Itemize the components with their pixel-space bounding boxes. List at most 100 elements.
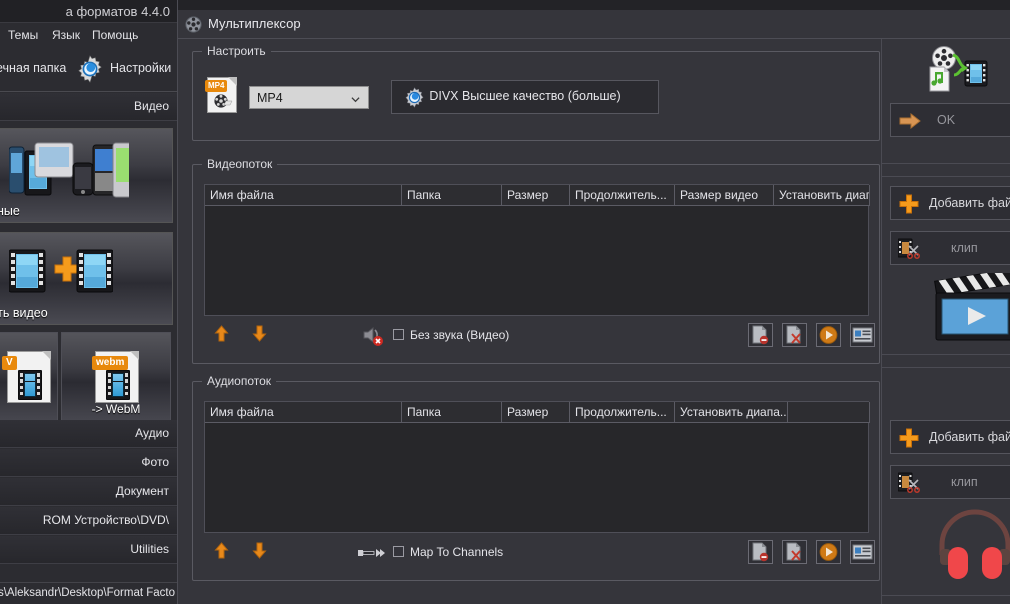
clapperboard-icon: [932, 268, 1010, 343]
mp4-file-icon: MP4: [205, 77, 237, 113]
tile-to-flv[interactable]: V V: [0, 332, 58, 422]
video-add-file-button[interactable]: Добавить файл: [890, 186, 1010, 220]
app-toolbar: ечная папка Настройки: [0, 47, 177, 92]
output-folder-label[interactable]: ечная папка: [0, 61, 66, 75]
video-col-range[interactable]: Установить диапа...: [774, 185, 870, 206]
tile-join-video[interactable]: динить видео: [0, 232, 173, 325]
audio-info-button[interactable]: [850, 540, 875, 564]
plus-icon: [899, 428, 919, 448]
audio-stream-table[interactable]: Имя файла Папка Размер Продолжитель... У…: [204, 401, 870, 533]
join-video-icon: [8, 249, 114, 296]
ok-button-label: OK: [937, 113, 956, 127]
tile-to-webm[interactable]: webm -> WebM: [61, 332, 171, 422]
scissors-icon: [897, 472, 920, 493]
audio-col-size[interactable]: Размер: [502, 402, 570, 423]
audio-add-file-button[interactable]: Добавить файл: [890, 420, 1010, 454]
video-col-folder[interactable]: Папка: [402, 185, 502, 206]
audio-remove-file-button[interactable]: [748, 540, 773, 564]
sidebar-category-utilities[interactable]: Utilities: [0, 536, 177, 564]
scissors-icon: [897, 238, 920, 259]
setup-group-title: Настроить: [202, 44, 271, 58]
tile-mobile-devices-label: бильные: [0, 204, 20, 218]
audio-play-button[interactable]: [816, 540, 841, 564]
quality-preset-button[interactable]: DIVX Высшее качество (больше): [391, 80, 659, 114]
format-combobox[interactable]: MP4: [249, 86, 369, 109]
video-col-videosize[interactable]: Размер видео: [675, 185, 774, 206]
video-delete-file-button[interactable]: [782, 323, 807, 347]
arrow-up-icon[interactable]: [214, 542, 229, 559]
webm-file-icon: webm: [92, 351, 139, 403]
sidebar-category-video[interactable]: Видео: [0, 93, 177, 121]
video-add-file-label: Добавить файл: [929, 196, 1010, 210]
audio-col-extra[interactable]: [788, 402, 870, 423]
video-stream-group-title: Видеопоток: [202, 157, 278, 171]
video-clip-label: клип: [951, 241, 978, 255]
menu-item-help[interactable]: Помощь: [92, 28, 138, 42]
audio-clip-label: клип: [951, 475, 978, 489]
tile-join-video-label: динить видео: [0, 306, 48, 320]
plus-icon: [899, 194, 919, 214]
audio-col-filename[interactable]: Имя файла: [205, 402, 402, 423]
settings-label[interactable]: Настройки: [110, 61, 171, 75]
video-mute-checkbox-label[interactable]: Без звука (Видео): [410, 328, 509, 342]
arrow-down-icon[interactable]: [252, 325, 267, 342]
app-menubar: Темы Язык Помощь: [0, 24, 177, 47]
audio-map-channels-checkbox-label[interactable]: Map To Channels: [410, 545, 503, 559]
sidebar-category-audio[interactable]: Аудио: [0, 420, 177, 448]
video-col-duration[interactable]: Продолжитель...: [570, 185, 675, 206]
right-action-panel: OK Добавить файл: [881, 39, 1010, 604]
output-path-bar[interactable]: s\Aleksandr\Desktop\Format Facto: [0, 582, 177, 604]
audio-col-folder[interactable]: Папка: [402, 402, 502, 423]
video-clip-button[interactable]: клип: [890, 231, 1010, 265]
audio-add-file-label: Добавить файл: [929, 430, 1010, 444]
webm-tag: webm: [92, 356, 129, 370]
dialog-titlebar[interactable]: [178, 0, 1010, 10]
video-remove-file-button[interactable]: [748, 323, 773, 347]
video-info-button[interactable]: [850, 323, 875, 347]
film-reel-icon: [185, 16, 202, 33]
mute-speaker-icon: [361, 323, 385, 347]
audio-col-range[interactable]: Установить диапа...: [675, 402, 788, 423]
audio-clip-button[interactable]: клип: [890, 465, 1010, 499]
menu-item-themes[interactable]: Темы: [8, 28, 38, 42]
sidebar-category-document[interactable]: Документ: [0, 478, 177, 506]
ok-button[interactable]: OK: [890, 103, 1010, 137]
dialog-title: Мультиплексор: [208, 16, 301, 31]
menu-item-language[interactable]: Язык: [52, 28, 80, 42]
sidebar-category-audio-label: Аудио: [135, 426, 169, 440]
format-combobox-value: MP4: [257, 91, 283, 105]
tile-to-webm-label: -> WebM: [91, 402, 141, 416]
headphones-icon: [934, 507, 1010, 579]
audio-col-duration[interactable]: Продолжитель...: [570, 402, 675, 423]
sidebar-category-photo[interactable]: Фото: [0, 449, 177, 477]
gear-icon[interactable]: [76, 55, 104, 83]
video-col-size[interactable]: Размер: [502, 185, 570, 206]
format-factory-main-window: а форматов 4.4.0 Темы Язык Помощь ечная …: [0, 0, 177, 604]
sidebar-category-utilities-label: Utilities: [130, 542, 169, 556]
arrow-up-icon[interactable]: [214, 325, 229, 342]
video-mute-checkbox[interactable]: [393, 329, 404, 340]
tile-mobile-devices[interactable]: бильные: [0, 128, 173, 223]
multiplexer-dialog: Мультиплексор Настроить MP4 MP4 DIVX Выс…: [177, 0, 1010, 604]
video-stream-toolbar: Без звука (Видео): [204, 320, 875, 350]
setup-groupbox: Настроить MP4 MP4 DIVX Высшее качество (…: [192, 44, 880, 141]
sidebar-category-video-label: Видео: [133, 99, 169, 113]
video-play-button[interactable]: [816, 323, 841, 347]
audio-stream-group-title: Аудиопоток: [202, 374, 277, 388]
flv-file-icon: V: [2, 351, 51, 403]
arrow-right-icon: [899, 112, 921, 130]
sidebar-category-document-label: Документ: [115, 484, 169, 498]
sidebar-category-rom[interactable]: ROM Устройство\DVD\: [0, 507, 177, 535]
sidebar-category-photo-label: Фото: [141, 455, 169, 469]
video-stream-table[interactable]: Имя файла Папка Размер Продолжитель... Р…: [204, 184, 870, 316]
audio-stream-table-header: Имя файла Папка Размер Продолжитель... У…: [205, 402, 870, 423]
audio-stream-groupbox: Аудиопоток Имя файла Папка Размер Продол…: [192, 374, 880, 581]
dialog-caption-bar: Мультиплексор: [178, 10, 1010, 39]
mobile-devices-icon: [8, 141, 140, 202]
output-path-text: s\Aleksandr\Desktop\Format Facto: [0, 587, 175, 599]
arrow-down-icon[interactable]: [252, 542, 267, 559]
sidebar-category-rom-label: ROM Устройство\DVD\: [42, 513, 169, 527]
audio-delete-file-button[interactable]: [782, 540, 807, 564]
video-col-filename[interactable]: Имя файла: [205, 185, 402, 206]
audio-map-channels-checkbox[interactable]: [393, 546, 404, 557]
